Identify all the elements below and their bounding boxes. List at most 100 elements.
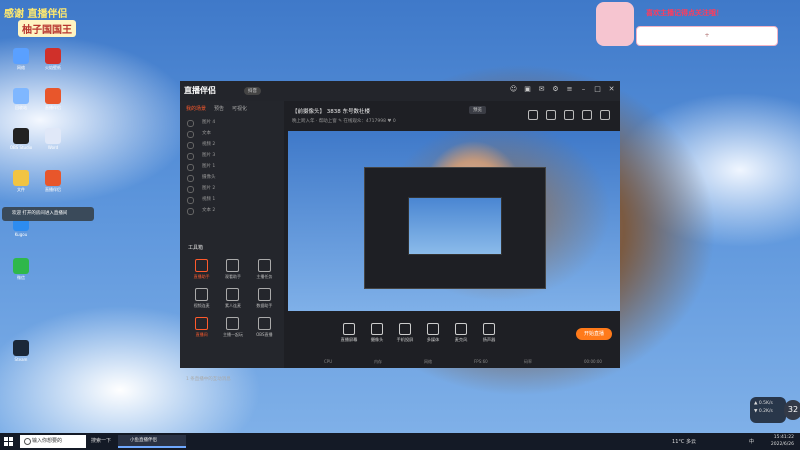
desktop-icon-label: 微信 (17, 275, 25, 280)
upload-speed: ▲ 0.5K/s (754, 401, 773, 406)
lock-icon[interactable] (546, 110, 556, 120)
scene-item[interactable]: 图片 3 (184, 150, 280, 161)
platform-badge[interactable]: 抖音 (244, 87, 261, 95)
message-icon[interactable]: ✉ (537, 85, 546, 94)
tool-label: 主播任务 (256, 274, 273, 279)
desktop-icon-label: 直播伴侣 (45, 187, 61, 192)
interaction-footer[interactable]: 1 条直播中的互动消息 (186, 376, 231, 382)
scene-item[interactable]: 文本 (184, 128, 280, 139)
close-icon[interactable]: ✕ (607, 85, 616, 94)
control-button[interactable]: 直播屏幕 (336, 323, 362, 343)
taskbar-search-button[interactable]: 搜索一下 (88, 436, 114, 447)
tool-button[interactable]: 观看助手 (217, 259, 248, 280)
gift-icon[interactable]: ▣ (523, 85, 532, 94)
desktop-icon[interactable]: OBS Studio (6, 128, 36, 150)
scene-item[interactable]: 视频 1 (184, 194, 280, 205)
scene-item[interactable]: 文本 2 (184, 205, 280, 216)
scene-item[interactable]: 图片 1 (184, 161, 280, 172)
desktop-icon-label: 网络 (17, 65, 25, 70)
desktop-icon[interactable]: Steam (6, 340, 36, 362)
maximize-icon[interactable]: □ (593, 85, 602, 94)
tool-button[interactable]: 主播一起玩 (217, 317, 248, 338)
desktop-icon[interactable]: 微信 (6, 258, 36, 281)
user-icon[interactable]: ☺ (509, 85, 518, 94)
app-icon (13, 340, 29, 356)
control-button[interactable]: 摄像头 (364, 323, 390, 343)
desktop-icon-label: 回收站 (15, 105, 27, 110)
stream-preview[interactable] (288, 131, 620, 311)
tool-icon (195, 288, 209, 301)
scene-item[interactable]: 视频 2 (184, 139, 280, 150)
status-item: 码率 (524, 359, 532, 364)
desktop-icon[interactable]: Word (38, 128, 68, 150)
nested-preview-inner (408, 197, 502, 255)
control-icon (399, 323, 411, 335)
weather-widget[interactable]: 11°C 多云 (672, 438, 696, 445)
left-tabs: 我的场景 预告 可视化 (180, 101, 284, 116)
right-overlay-banner: 喜欢主播记得点关注哦！ + (592, 2, 792, 50)
tool-button[interactable]: 素人连麦 (217, 288, 248, 309)
control-label: 麦克风 (454, 337, 468, 342)
control-button[interactable]: 扬声器 (476, 323, 502, 343)
scene-item[interactable]: 图片 4 (184, 117, 280, 128)
minimize-icon[interactable]: – (579, 85, 588, 94)
tool-button[interactable]: OBS直播 (249, 317, 280, 338)
desktop-icon[interactable]: 火焰壁纸 (38, 48, 68, 71)
bell-icon[interactable] (582, 110, 592, 120)
tab-visual[interactable]: 可视化 (232, 105, 247, 112)
tool-icon (226, 317, 240, 330)
tool-icon (226, 259, 240, 272)
desktop-icon-label: 直播伴侣 (45, 105, 61, 110)
download-speed: ▼ 0.2K/s (754, 409, 773, 414)
speed-ball[interactable]: 32 (784, 400, 800, 420)
tool-label: 直播间 (195, 332, 208, 337)
toolbox-title: 工具箱 (188, 245, 204, 251)
status-item: 00:00:00 (584, 359, 602, 364)
banner-line-1: 感谢 直播伴侣 (4, 9, 68, 20)
tab-preview[interactable]: 预告 (214, 105, 224, 112)
desktop-icon-label: Steam (14, 357, 28, 362)
ime-indicator[interactable]: 中 (749, 438, 754, 445)
room-tag[interactable]: 预览 (469, 106, 486, 114)
tool-button[interactable]: 数据助手 (249, 288, 280, 309)
settings-icon[interactable]: ⚙ (551, 85, 560, 94)
tool-button[interactable]: 主播任务 (249, 259, 280, 280)
control-button[interactable]: 多媒体 (420, 323, 446, 343)
clock-time[interactable]: 15:41:22 (771, 434, 794, 441)
scene-item[interactable]: 图片 2 (184, 183, 280, 194)
tool-button[interactable]: 直播助手 (186, 259, 217, 280)
tab-scenes[interactable]: 我的场景 (186, 105, 206, 112)
go-live-button[interactable]: 开始直播 (576, 328, 612, 340)
desktop-icon[interactable]: 直播伴侣 (38, 88, 68, 111)
left-overlay-banner: 感谢 直播伴侣 柚子国国王 (0, 0, 150, 38)
tool-icon (195, 259, 209, 272)
tool-button[interactable]: 直播间 (186, 317, 217, 338)
tool-label: OBS直播 (256, 332, 273, 337)
app-icon (45, 128, 61, 144)
desktop-icon[interactable]: 直播伴侣 (38, 170, 68, 193)
room-title[interactable]: 【前摄像头】 3838 东号数社楼 (292, 107, 370, 115)
share-icon[interactable] (564, 110, 574, 120)
windows-start-icon[interactable] (4, 437, 13, 446)
tool-icon (257, 288, 271, 301)
app-icon (13, 128, 29, 144)
menu-icon[interactable]: ≡ (565, 85, 574, 94)
control-button[interactable]: 麦克风 (448, 323, 474, 343)
app-icon (45, 88, 61, 104)
control-button[interactable]: 手机投屏 (392, 323, 418, 343)
record-icon[interactable] (528, 110, 538, 120)
search-icon (24, 438, 31, 445)
taskbar-app-live-companion[interactable]: 小鱼直播伴侣 (118, 435, 186, 448)
title-bar: 直播伴侣 抖音 ☺ ▣ ✉ ⚙ ≡ – □ ✕ (180, 81, 620, 101)
scene-item[interactable]: 摄像头 (184, 172, 280, 183)
app-icon (13, 88, 29, 104)
status-item: FPS:60 (474, 359, 488, 364)
control-label: 摄像头 (370, 337, 384, 342)
tool-button[interactable]: 视频连麦 (186, 288, 217, 309)
more-icon[interactable] (600, 110, 610, 120)
desktop-icon[interactable]: 回收站 (6, 88, 36, 111)
control-label: 手机投屏 (396, 337, 414, 342)
clock-date[interactable]: 2022/6/26 (771, 441, 794, 448)
desktop-icon[interactable]: 文件 (6, 170, 36, 193)
desktop-icon[interactable]: 网络 (6, 48, 36, 71)
